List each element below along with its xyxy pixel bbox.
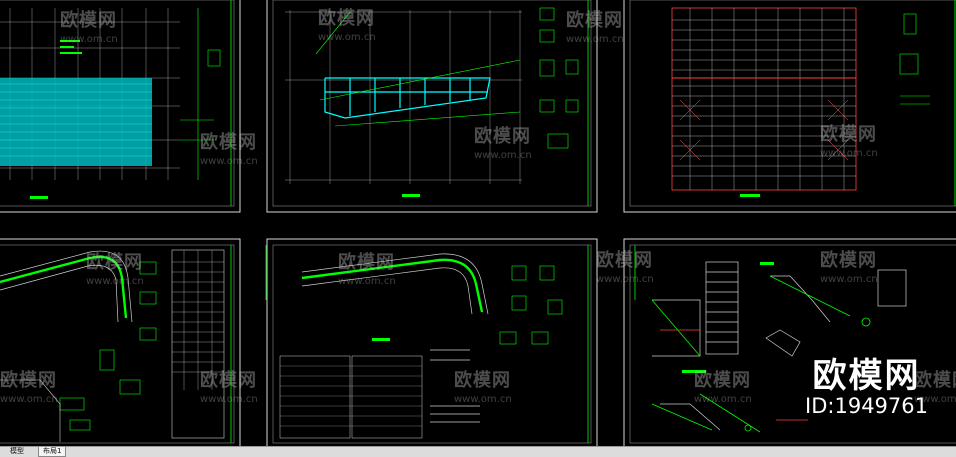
watermark: 欧模网www.om.cn bbox=[0, 370, 58, 405]
watermark: 欧模网www.om.cn bbox=[596, 250, 654, 285]
watermark: 欧模网www.om.cn bbox=[694, 370, 752, 405]
watermark: 欧模网www.om.cn bbox=[474, 126, 532, 161]
brand-stamp: 欧模网 ID:1949761 bbox=[805, 358, 928, 418]
watermark: 欧模网www.om.cn bbox=[820, 250, 878, 285]
brand-name: 欧模网 bbox=[812, 356, 921, 396]
tab-model[interactable]: 模型 bbox=[6, 447, 28, 456]
layout-tab-bar: 模型 布局1 bbox=[0, 446, 956, 457]
watermark: 欧模网www.om.cn bbox=[200, 370, 258, 405]
watermark: 欧模网www.om.cn bbox=[86, 252, 144, 287]
drawing-canvas[interactable]: 欧模网 www.om.cn 欧模网 www.om.cn 欧模网 www.om.cn 欧… bbox=[0, 0, 956, 446]
watermark: 欧模网www.om.cn bbox=[566, 10, 624, 45]
watermark: 欧模网www.om.cn bbox=[60, 10, 118, 45]
watermark: 欧模网www.om.cn bbox=[200, 132, 258, 167]
watermark: 欧模网www.om.cn bbox=[454, 370, 512, 405]
brand-id: ID:1949761 bbox=[805, 394, 928, 418]
watermark: 欧模网www.om.cn bbox=[338, 252, 396, 287]
watermark: 欧模网www.om.cn bbox=[820, 124, 878, 159]
watermark: 欧模网www.om.cn bbox=[318, 8, 376, 43]
